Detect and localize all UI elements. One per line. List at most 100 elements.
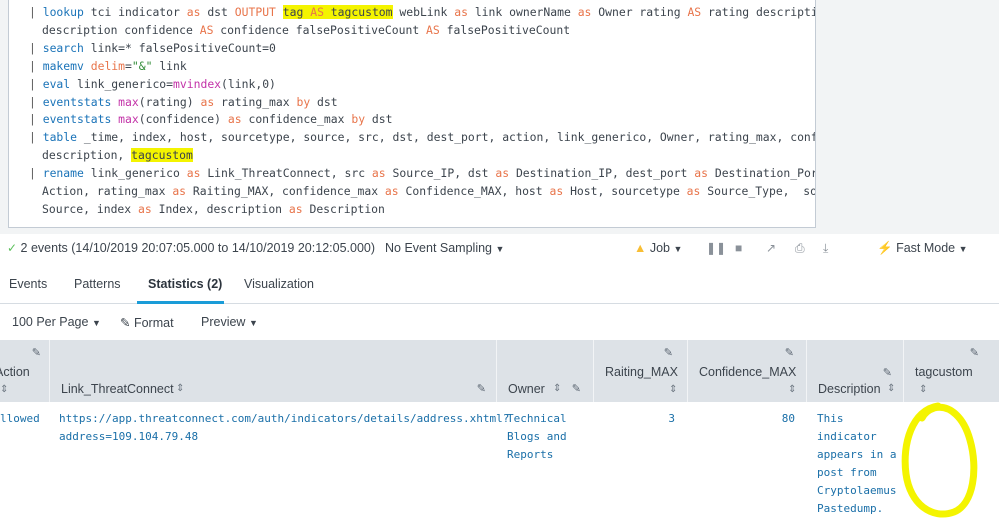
per-page-dropdown[interactable]: 100 Per Page ▼ — [12, 315, 101, 329]
column-header-confidence[interactable]: ✎ Confidence_MAX ⇕ — [687, 340, 806, 402]
cell-link[interactable]: https://app.threatconnect.com/auth/indic… — [59, 410, 509, 446]
pause-icon[interactable]: ❚❚ — [706, 241, 726, 255]
pencil-icon[interactable]: ✎ — [883, 366, 892, 379]
cell-description: This indicator appears in a post from Cr… — [817, 410, 903, 518]
tab-events[interactable]: Events — [9, 277, 47, 291]
query-line: | lookup tci indicator as dst OUTPUT tag… — [29, 4, 815, 22]
check-icon: ✓ — [7, 241, 18, 255]
column-header-action[interactable]: ✎ Action ⇕ — [0, 340, 49, 402]
query-token: | — [29, 40, 43, 55]
query-token: by — [296, 94, 311, 109]
per-page-label: 100 Per Page — [12, 315, 89, 329]
query-token: Source_Type, source — [707, 184, 815, 199]
column-header-tagcustom[interactable]: ✎ tagcustom ⇕ — [903, 340, 999, 402]
export-icon[interactable]: ⤓ — [823, 241, 828, 256]
cell-line: indicator — [817, 430, 877, 443]
cell-action: llowed — [0, 412, 40, 425]
pencil-icon[interactable]: ✎ — [664, 346, 673, 359]
query-token: by — [351, 112, 366, 127]
cell-line: Pastedump. — [817, 502, 884, 515]
query-token: AS — [426, 22, 440, 37]
search-bar-area: | lookup tci indicator as dst OUTPUT tag… — [0, 0, 999, 234]
cell-line: address=109.104.79.48 — [59, 430, 199, 443]
format-button[interactable]: ✎ Format — [120, 315, 174, 330]
stop-icon[interactable]: ■ — [735, 241, 742, 255]
results-toolbar: 100 Per Page ▼ ✎ Format Preview ▼ — [0, 304, 999, 340]
query-token: = — [125, 58, 132, 73]
sort-icon[interactable]: ⇕ — [669, 384, 677, 395]
column-header-owner[interactable]: Owner ⇕ ✎ — [496, 340, 593, 402]
sort-icon[interactable]: ⇕ — [0, 384, 8, 395]
query-token — [84, 59, 91, 73]
query-token: "&" — [131, 58, 153, 73]
query-token: dst — [200, 5, 235, 19]
query-token: | — [29, 166, 43, 181]
chevron-down-icon: ▼ — [248, 318, 258, 328]
query-token: OUTPUT — [234, 5, 276, 19]
query-token: mvindex — [173, 76, 222, 91]
preview-dropdown[interactable]: Preview ▼ — [201, 315, 258, 329]
query-token: as — [549, 184, 564, 199]
event-sampling-dropdown[interactable]: No Event Sampling ▼ — [385, 241, 504, 255]
query-line: description confidence AS confidence fal… — [29, 22, 815, 40]
query-token: as — [371, 166, 386, 181]
query-token: rating description — [708, 5, 815, 19]
pencil-icon[interactable]: ✎ — [970, 346, 979, 359]
column-label: Confidence_MAX — [699, 365, 797, 379]
query-token: | — [29, 112, 43, 127]
query-token: link=* falsePositiveCount=0 — [83, 40, 276, 55]
query-token — [276, 5, 283, 19]
query-token: Description — [302, 201, 385, 216]
search-query-editor[interactable]: | lookup tci indicator as dst OUTPUT tag… — [8, 0, 816, 228]
query-line: | table _time, index, host, sourcetype, … — [29, 129, 815, 147]
table-header: ✎ Action ⇕ Link_ThreatConnect ⇕ ✎ Owner … — [0, 340, 999, 402]
column-label: Action — [0, 365, 30, 379]
sort-icon[interactable]: ⇕ — [887, 383, 895, 394]
column-label: Raiting_MAX — [605, 365, 678, 379]
share-icon[interactable]: ↗ — [766, 241, 776, 255]
sort-icon[interactable]: ⇕ — [788, 384, 796, 395]
pencil-icon[interactable]: ✎ — [477, 382, 486, 395]
query-token: | — [29, 58, 43, 73]
search-mode-dropdown[interactable]: ⚡ Fast Mode ▼ — [877, 241, 968, 256]
query-token: as — [686, 184, 701, 199]
cell-line: Cryptolaemus — [817, 484, 897, 497]
pencil-icon[interactable]: ✎ — [785, 346, 794, 359]
query-token: eval — [42, 76, 71, 91]
column-header-description[interactable]: Description ⇕ ✎ — [806, 340, 903, 402]
search-mode-label: Fast Mode — [896, 241, 956, 255]
pencil-icon[interactable]: ✎ — [572, 382, 581, 395]
print-icon[interactable]: ⎙ — [795, 241, 805, 256]
query-token: Destination_Port action — [714, 166, 816, 181]
query-token: description, — [42, 148, 132, 163]
query-token: Link_ThreatConnect, src — [200, 166, 372, 181]
sort-icon[interactable]: ⇕ — [919, 384, 927, 395]
column-label: tagcustom — [915, 365, 973, 379]
column-header-link[interactable]: Link_ThreatConnect ⇕ ✎ — [49, 340, 496, 402]
query-token: | — [29, 94, 43, 109]
sort-icon[interactable]: ⇕ — [176, 383, 184, 394]
tab-patterns[interactable]: Patterns — [74, 277, 121, 291]
chevron-down-icon: ▼ — [673, 244, 683, 254]
query-token: | — [29, 130, 43, 145]
query-token: AS — [310, 5, 324, 19]
query-token: link_generico — [83, 166, 187, 181]
query-line: | search link=* falsePositiveCount=0 — [29, 40, 815, 58]
cell-line: Technical — [507, 412, 567, 425]
query-token: Index, description — [151, 201, 289, 216]
sort-icon[interactable]: ⇕ — [553, 383, 561, 394]
query-token: link_generico= — [70, 76, 174, 91]
column-header-raiting[interactable]: ✎ Raiting_MAX ⇕ — [593, 340, 687, 402]
job-status-bar: ✓ 2 events (14/10/2019 20:07:05.000 to 1… — [0, 234, 999, 264]
tab-visualization[interactable]: Visualization — [244, 277, 314, 291]
query-token: confidence falsePositiveCount — [213, 22, 427, 37]
query-token: as — [172, 184, 187, 199]
job-menu[interactable]: ▲ Job ▼ — [634, 241, 682, 255]
query-token: link ownerName — [467, 5, 578, 19]
pencil-icon[interactable]: ✎ — [32, 346, 41, 359]
query-token: _time, index, host, sourcetype, source, … — [77, 130, 816, 145]
query-token: AS — [687, 5, 702, 19]
query-token: rename — [42, 166, 84, 181]
tab-statistics[interactable]: Statistics (2) — [148, 277, 222, 291]
lightning-icon: ⚡ — [877, 241, 893, 255]
